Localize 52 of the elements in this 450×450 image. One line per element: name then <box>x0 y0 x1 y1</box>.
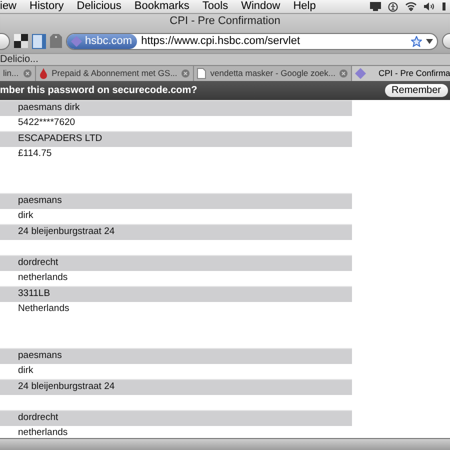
diamond-icon <box>355 68 366 79</box>
reload-button[interactable] <box>442 33 450 49</box>
page-icon <box>197 68 206 79</box>
row-text: £114.75 <box>18 147 52 162</box>
url-text: https://www.cpi.hsbc.com/servlet <box>140 34 300 48</box>
browser-tab[interactable]: CPI - Pre Confirma <box>352 66 450 81</box>
row-text: paesmans dirk <box>18 101 80 116</box>
row-text: dordrecht <box>18 256 58 270</box>
accessibility-icon[interactable] <box>388 2 398 12</box>
menu-item[interactable]: Window <box>241 0 280 15</box>
browser-tab[interactable]: lin... <box>0 66 36 81</box>
remember-button[interactable]: Remember <box>384 84 448 97</box>
menu-item[interactable]: iew <box>0 0 17 15</box>
row-text: paesmans <box>18 194 62 208</box>
menu-item[interactable]: Help <box>293 0 316 15</box>
drop-icon <box>38 68 48 79</box>
site-badge: hsbc.com <box>67 34 138 48</box>
diamond-icon <box>71 36 82 46</box>
menu-item[interactable]: History <box>30 0 64 15</box>
window-title: CPI - Pre Confirmation <box>170 14 280 30</box>
browser-tab[interactable]: Prepaid & Abonnement met GS... <box>36 66 194 81</box>
row-text: 24 bleijenburgstraat 24 <box>18 225 115 240</box>
notification-message: mber this password on securecode.com? <box>0 84 198 98</box>
menu-item[interactable]: Delicious <box>76 0 122 15</box>
row-text: 24 bleijenburgstraat 24 <box>18 380 115 394</box>
caret-icon[interactable] <box>426 38 433 44</box>
row-text: dordrecht <box>18 411 58 426</box>
row-text: netherlands <box>18 271 68 286</box>
close-icon[interactable] <box>339 69 348 78</box>
row-text: dirk <box>18 364 34 378</box>
browser-tab[interactable]: vendetta masker - Google zoek... <box>194 66 352 81</box>
row-text: dirk <box>18 209 34 224</box>
close-icon[interactable] <box>22 69 32 78</box>
menu-item[interactable]: Bookmarks <box>134 0 190 15</box>
window-icon[interactable] <box>32 34 46 48</box>
row-text: 3311LB <box>18 287 50 302</box>
row-text: ESCAPADERS LTD <box>18 132 102 146</box>
row-text: 5422****7620 <box>18 116 76 130</box>
grid-icon[interactable] <box>14 34 28 48</box>
bookmark-item[interactable]: Delicio... <box>0 52 38 67</box>
row-text: Netherlands <box>18 302 70 316</box>
row-text: paesmans <box>18 349 62 364</box>
back-button[interactable] <box>0 32 10 50</box>
row-text: netherlands <box>18 426 68 438</box>
wifi-icon[interactable] <box>405 2 417 11</box>
address-field[interactable]: hsbc.com https://www.cpi.hsbc.com/servlet <box>66 32 438 50</box>
monitor-icon[interactable] <box>370 2 381 11</box>
star-icon[interactable] <box>411 36 422 46</box>
menu-item[interactable]: Tools <box>202 0 228 15</box>
battery-icon[interactable] <box>442 2 446 11</box>
speaker-icon[interactable] <box>424 2 435 11</box>
close-icon[interactable] <box>181 69 190 78</box>
